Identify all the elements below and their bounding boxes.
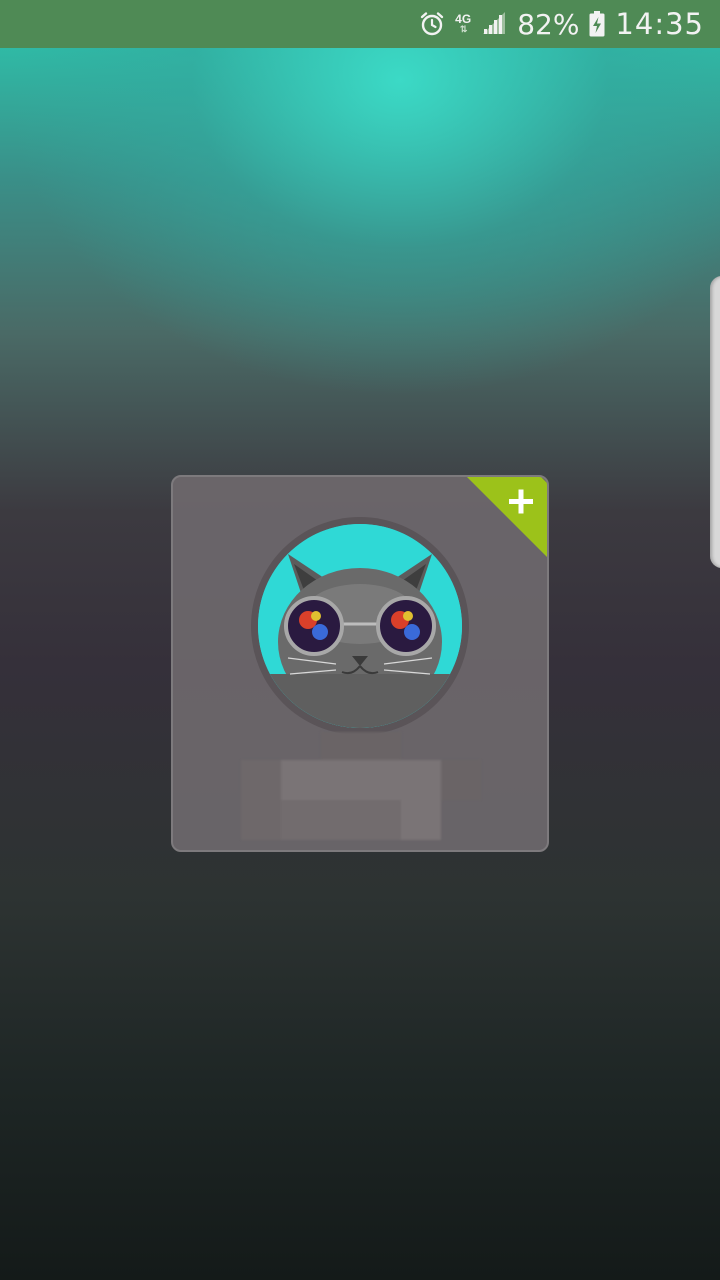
status-icons: 4G ⇅ 82% 14:35 bbox=[419, 0, 704, 48]
cat-with-sunglasses-avatar[interactable] bbox=[258, 524, 462, 728]
contact-name-redacted bbox=[241, 732, 483, 844]
clock: 14:35 bbox=[615, 7, 704, 41]
network-type-label: 4G bbox=[455, 12, 472, 26]
avatar-frame bbox=[251, 517, 469, 735]
network-4g-icon: 4G ⇅ bbox=[455, 12, 472, 34]
contact-card[interactable] bbox=[171, 475, 549, 852]
alarm-icon bbox=[419, 11, 445, 37]
data-arrows-icon: ⇅ bbox=[459, 24, 467, 34]
battery-charging-icon bbox=[589, 11, 605, 37]
battery-percentage: 82% bbox=[517, 7, 580, 41]
home-screen: 4G ⇅ 82% 14:35 bbox=[0, 0, 720, 1280]
edge-panel-handle[interactable] bbox=[710, 276, 720, 568]
add-contact-button[interactable] bbox=[463, 477, 547, 561]
signal-icon bbox=[481, 12, 507, 36]
status-bar: 4G ⇅ 82% 14:35 bbox=[0, 0, 720, 48]
